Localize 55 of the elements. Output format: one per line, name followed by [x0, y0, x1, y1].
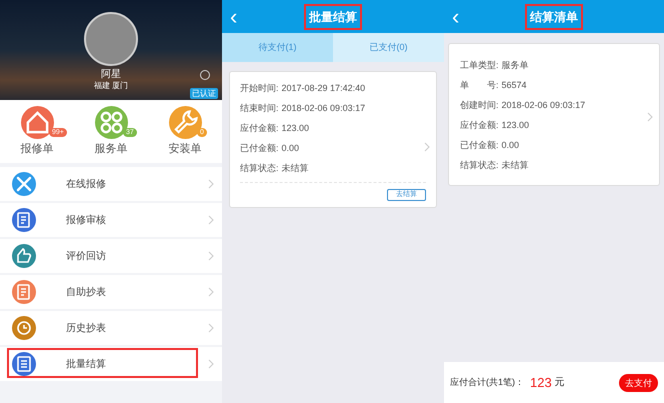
field-label: 结算状态: — [240, 162, 279, 174]
field-value: 56574 — [502, 79, 527, 91]
field-value: 123.00 — [502, 119, 530, 131]
chevron-icon — [208, 287, 214, 297]
menu-item[interactable]: 自助抄表 — [0, 275, 222, 309]
field-label: 工单类型: — [460, 59, 499, 71]
verified-badge: 已认证 — [190, 88, 218, 99]
field-label: 开始时间: — [240, 82, 279, 94]
field-value: 0.00 — [502, 139, 520, 151]
shortcut-label: 安装单 — [168, 142, 202, 156]
field-label: 结束时间: — [240, 102, 279, 114]
page-title: 结算清单 — [525, 4, 583, 30]
menu-item[interactable]: 历史抄表 — [0, 311, 222, 345]
field-label: 创建时间: — [460, 99, 499, 111]
menu-item[interactable]: 批量结算 — [0, 347, 222, 381]
field-label: 应付金额: — [460, 119, 499, 131]
menu-item[interactable]: 报修审核 — [0, 203, 222, 237]
avatar — [84, 12, 138, 66]
field-value: 服务单 — [502, 59, 529, 71]
total-amount: 123 — [530, 374, 552, 392]
field-label: 已付金额: — [460, 139, 499, 151]
field-value: 123.00 — [282, 122, 310, 134]
shortcut-label: 报修单 — [20, 142, 54, 156]
field-label: 已付金额: — [240, 142, 279, 154]
menu-label: 历史抄表 — [66, 322, 107, 336]
chevron-icon — [208, 323, 214, 333]
field-value: 未结算 — [502, 159, 529, 171]
chevron-icon — [424, 142, 430, 152]
field-value: 0.00 — [282, 142, 300, 154]
menu-label: 批量结算 — [66, 358, 107, 372]
menu-label: 自助抄表 — [66, 286, 107, 300]
total-label: 应付合计(共1笔)： — [450, 376, 524, 389]
chevron-icon — [208, 359, 214, 369]
page-title: 批量结算 — [304, 4, 362, 30]
field-value: 2017-08-29 17:42:40 — [282, 82, 366, 94]
chevron-icon — [208, 179, 214, 189]
field-value: 2018-02-06 09:03:17 — [502, 99, 586, 111]
shortcut-label: 服务单 — [94, 142, 128, 156]
field-label: 应付金额: — [240, 122, 279, 134]
field-value: 2018-02-06 09:03:17 — [282, 102, 366, 114]
chevron-icon — [647, 112, 653, 122]
chevron-icon — [208, 215, 214, 225]
menu-label: 在线报修 — [66, 178, 107, 192]
currency-label: 元 — [554, 376, 565, 390]
chevron-icon — [208, 251, 214, 261]
field-label: 结算状态: — [460, 159, 499, 171]
pay-button[interactable]: 去支付 — [619, 374, 658, 392]
field-label: 单 号: — [460, 79, 499, 91]
field-value: 未结算 — [282, 162, 309, 174]
user-name: 阿星 — [101, 69, 121, 81]
menu-label: 评价回访 — [66, 250, 107, 264]
menu-item[interactable]: 在线报修 — [0, 167, 222, 201]
menu-label: 报修审核 — [66, 214, 107, 228]
menu-item[interactable]: 评价回访 — [0, 239, 222, 273]
user-location: 福建 厦门 — [94, 81, 128, 91]
